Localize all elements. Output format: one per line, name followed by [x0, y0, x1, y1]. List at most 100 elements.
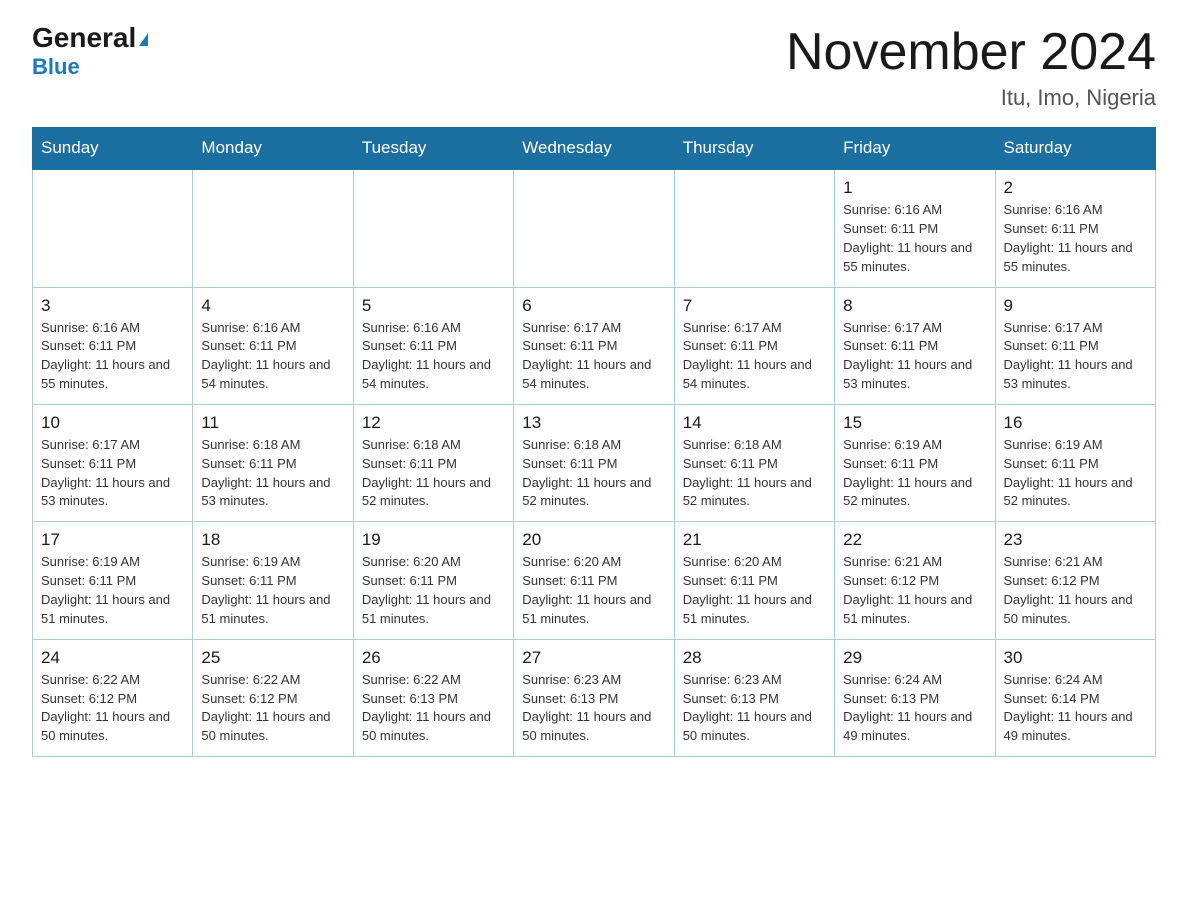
day-number: 22: [843, 530, 986, 550]
calendar-header: SundayMondayTuesdayWednesdayThursdayFrid…: [33, 128, 1156, 170]
day-info: Sunrise: 6:21 AMSunset: 6:12 PMDaylight:…: [843, 553, 986, 628]
day-info: Sunrise: 6:20 AMSunset: 6:11 PMDaylight:…: [362, 553, 505, 628]
logo: General Blue: [32, 24, 148, 80]
day-cell-28: 28 Sunrise: 6:23 AMSunset: 6:13 PMDayligh…: [674, 639, 834, 756]
day-cell-9: 9 Sunrise: 6:17 AMSunset: 6:11 PMDaylight…: [995, 287, 1155, 404]
day-info: Sunrise: 6:19 AMSunset: 6:11 PMDaylight:…: [843, 436, 986, 511]
day-number: 30: [1004, 648, 1147, 668]
day-info: Sunrise: 6:17 AMSunset: 6:11 PMDaylight:…: [522, 319, 665, 394]
weekday-header-sunday: Sunday: [33, 128, 193, 170]
day-info: Sunrise: 6:24 AMSunset: 6:14 PMDaylight:…: [1004, 671, 1147, 746]
day-info: Sunrise: 6:18 AMSunset: 6:11 PMDaylight:…: [362, 436, 505, 511]
day-cell-11: 11 Sunrise: 6:18 AMSunset: 6:11 PMDayligh…: [193, 404, 353, 521]
day-number: 28: [683, 648, 826, 668]
day-number: 25: [201, 648, 344, 668]
day-cell-7: 7 Sunrise: 6:17 AMSunset: 6:11 PMDaylight…: [674, 287, 834, 404]
day-cell-25: 25Sunrise: 6:22 AMSunset: 6:12 PMDayligh…: [193, 639, 353, 756]
calendar: SundayMondayTuesdayWednesdayThursdayFrid…: [32, 127, 1156, 757]
day-number: 21: [683, 530, 826, 550]
day-number: 17: [41, 530, 184, 550]
day-info: Sunrise: 6:16 AMSunset: 6:11 PMDaylight:…: [362, 319, 505, 394]
day-cell-14: 14Sunrise: 6:18 AMSunset: 6:11 PMDayligh…: [674, 404, 834, 521]
weekday-row: SundayMondayTuesdayWednesdayThursdayFrid…: [33, 128, 1156, 170]
empty-cell: [193, 169, 353, 287]
empty-cell: [514, 169, 674, 287]
header: General Blue November 2024 Itu, Imo, Nig…: [32, 24, 1156, 111]
day-number: 5: [362, 296, 505, 316]
day-number: 7: [683, 296, 826, 316]
day-number: 10: [41, 413, 184, 433]
empty-cell: [674, 169, 834, 287]
day-info: Sunrise: 6:19 AMSunset: 6:11 PMDaylight:…: [1004, 436, 1147, 511]
day-info: Sunrise: 6:20 AMSunset: 6:11 PMDaylight:…: [683, 553, 826, 628]
day-info: Sunrise: 6:20 AMSunset: 6:11 PMDaylight:…: [522, 553, 665, 628]
day-info: Sunrise: 6:23 AMSunset: 6:13 PMDaylight:…: [683, 671, 826, 746]
day-number: 18: [201, 530, 344, 550]
weekday-header-monday: Monday: [193, 128, 353, 170]
day-info: Sunrise: 6:19 AMSunset: 6:11 PMDaylight:…: [41, 553, 184, 628]
day-number: 11: [201, 413, 344, 433]
day-number: 24: [41, 648, 184, 668]
week-row-1: 1 Sunrise: 6:16 AMSunset: 6:11 PMDaylight…: [33, 169, 1156, 287]
day-cell-8: 8 Sunrise: 6:17 AMSunset: 6:11 PMDaylight…: [835, 287, 995, 404]
subtitle: Itu, Imo, Nigeria: [786, 85, 1156, 111]
day-number: 13: [522, 413, 665, 433]
weekday-header-tuesday: Tuesday: [353, 128, 513, 170]
day-cell-18: 18 Sunrise: 6:19 AMSunset: 6:11 PMDayligh…: [193, 522, 353, 639]
main-title: November 2024: [786, 24, 1156, 81]
day-cell-4: 4Sunrise: 6:16 AMSunset: 6:11 PMDaylight…: [193, 287, 353, 404]
day-cell-19: 19 Sunrise: 6:20 AMSunset: 6:11 PMDayligh…: [353, 522, 513, 639]
week-row-5: 24 Sunrise: 6:22 AMSunset: 6:12 PMDayligh…: [33, 639, 1156, 756]
day-info: Sunrise: 6:16 AMSunset: 6:11 PMDaylight:…: [41, 319, 184, 394]
day-number: 6: [522, 296, 665, 316]
day-cell-15: 15Sunrise: 6:19 AMSunset: 6:11 PMDayligh…: [835, 404, 995, 521]
week-row-4: 17 Sunrise: 6:19 AMSunset: 6:11 PMDayligh…: [33, 522, 1156, 639]
day-info: Sunrise: 6:19 AMSunset: 6:11 PMDaylight:…: [201, 553, 344, 628]
week-row-2: 3 Sunrise: 6:16 AMSunset: 6:11 PMDaylight…: [33, 287, 1156, 404]
week-row-3: 10 Sunrise: 6:17 AMSunset: 6:11 PMDayligh…: [33, 404, 1156, 521]
day-cell-13: 13 Sunrise: 6:18 AMSunset: 6:11 PMDayligh…: [514, 404, 674, 521]
day-cell-16: 16 Sunrise: 6:19 AMSunset: 6:11 PMDayligh…: [995, 404, 1155, 521]
day-cell-23: 23Sunrise: 6:21 AMSunset: 6:12 PMDayligh…: [995, 522, 1155, 639]
day-info: Sunrise: 6:22 AMSunset: 6:13 PMDaylight:…: [362, 671, 505, 746]
day-cell-5: 5 Sunrise: 6:16 AMSunset: 6:11 PMDaylight…: [353, 287, 513, 404]
day-number: 14: [683, 413, 826, 433]
day-number: 20: [522, 530, 665, 550]
day-number: 29: [843, 648, 986, 668]
day-cell-26: 26 Sunrise: 6:22 AMSunset: 6:13 PMDayligh…: [353, 639, 513, 756]
day-info: Sunrise: 6:23 AMSunset: 6:13 PMDaylight:…: [522, 671, 665, 746]
day-number: 19: [362, 530, 505, 550]
day-info: Sunrise: 6:17 AMSunset: 6:11 PMDaylight:…: [1004, 319, 1147, 394]
day-info: Sunrise: 6:24 AMSunset: 6:13 PMDaylight:…: [843, 671, 986, 746]
weekday-header-thursday: Thursday: [674, 128, 834, 170]
day-cell-27: 27Sunrise: 6:23 AMSunset: 6:13 PMDayligh…: [514, 639, 674, 756]
day-cell-3: 3 Sunrise: 6:16 AMSunset: 6:11 PMDaylight…: [33, 287, 193, 404]
day-number: 16: [1004, 413, 1147, 433]
day-number: 23: [1004, 530, 1147, 550]
day-info: Sunrise: 6:17 AMSunset: 6:11 PMDaylight:…: [41, 436, 184, 511]
calendar-body: 1 Sunrise: 6:16 AMSunset: 6:11 PMDaylight…: [33, 169, 1156, 756]
day-cell-20: 20 Sunrise: 6:20 AMSunset: 6:11 PMDayligh…: [514, 522, 674, 639]
day-info: Sunrise: 6:22 AMSunset: 6:12 PMDaylight:…: [41, 671, 184, 746]
day-number: 12: [362, 413, 505, 433]
day-info: Sunrise: 6:16 AMSunset: 6:11 PMDaylight:…: [843, 201, 986, 276]
day-info: Sunrise: 6:18 AMSunset: 6:11 PMDaylight:…: [522, 436, 665, 511]
day-info: Sunrise: 6:16 AMSunset: 6:11 PMDaylight:…: [1004, 201, 1147, 276]
day-number: 1: [843, 178, 986, 198]
day-cell-24: 24 Sunrise: 6:22 AMSunset: 6:12 PMDayligh…: [33, 639, 193, 756]
day-number: 9: [1004, 296, 1147, 316]
day-number: 8: [843, 296, 986, 316]
logo-general: General: [32, 22, 136, 53]
title-section: November 2024 Itu, Imo, Nigeria: [786, 24, 1156, 111]
weekday-header-friday: Friday: [835, 128, 995, 170]
day-info: Sunrise: 6:17 AMSunset: 6:11 PMDaylight:…: [843, 319, 986, 394]
empty-cell: [33, 169, 193, 287]
empty-cell: [353, 169, 513, 287]
logo-text: General: [32, 24, 148, 52]
day-info: Sunrise: 6:17 AMSunset: 6:11 PMDaylight:…: [683, 319, 826, 394]
day-number: 26: [362, 648, 505, 668]
weekday-header-wednesday: Wednesday: [514, 128, 674, 170]
day-number: 3: [41, 296, 184, 316]
day-info: Sunrise: 6:18 AMSunset: 6:11 PMDaylight:…: [201, 436, 344, 511]
day-cell-2: 2Sunrise: 6:16 AMSunset: 6:11 PMDaylight…: [995, 169, 1155, 287]
